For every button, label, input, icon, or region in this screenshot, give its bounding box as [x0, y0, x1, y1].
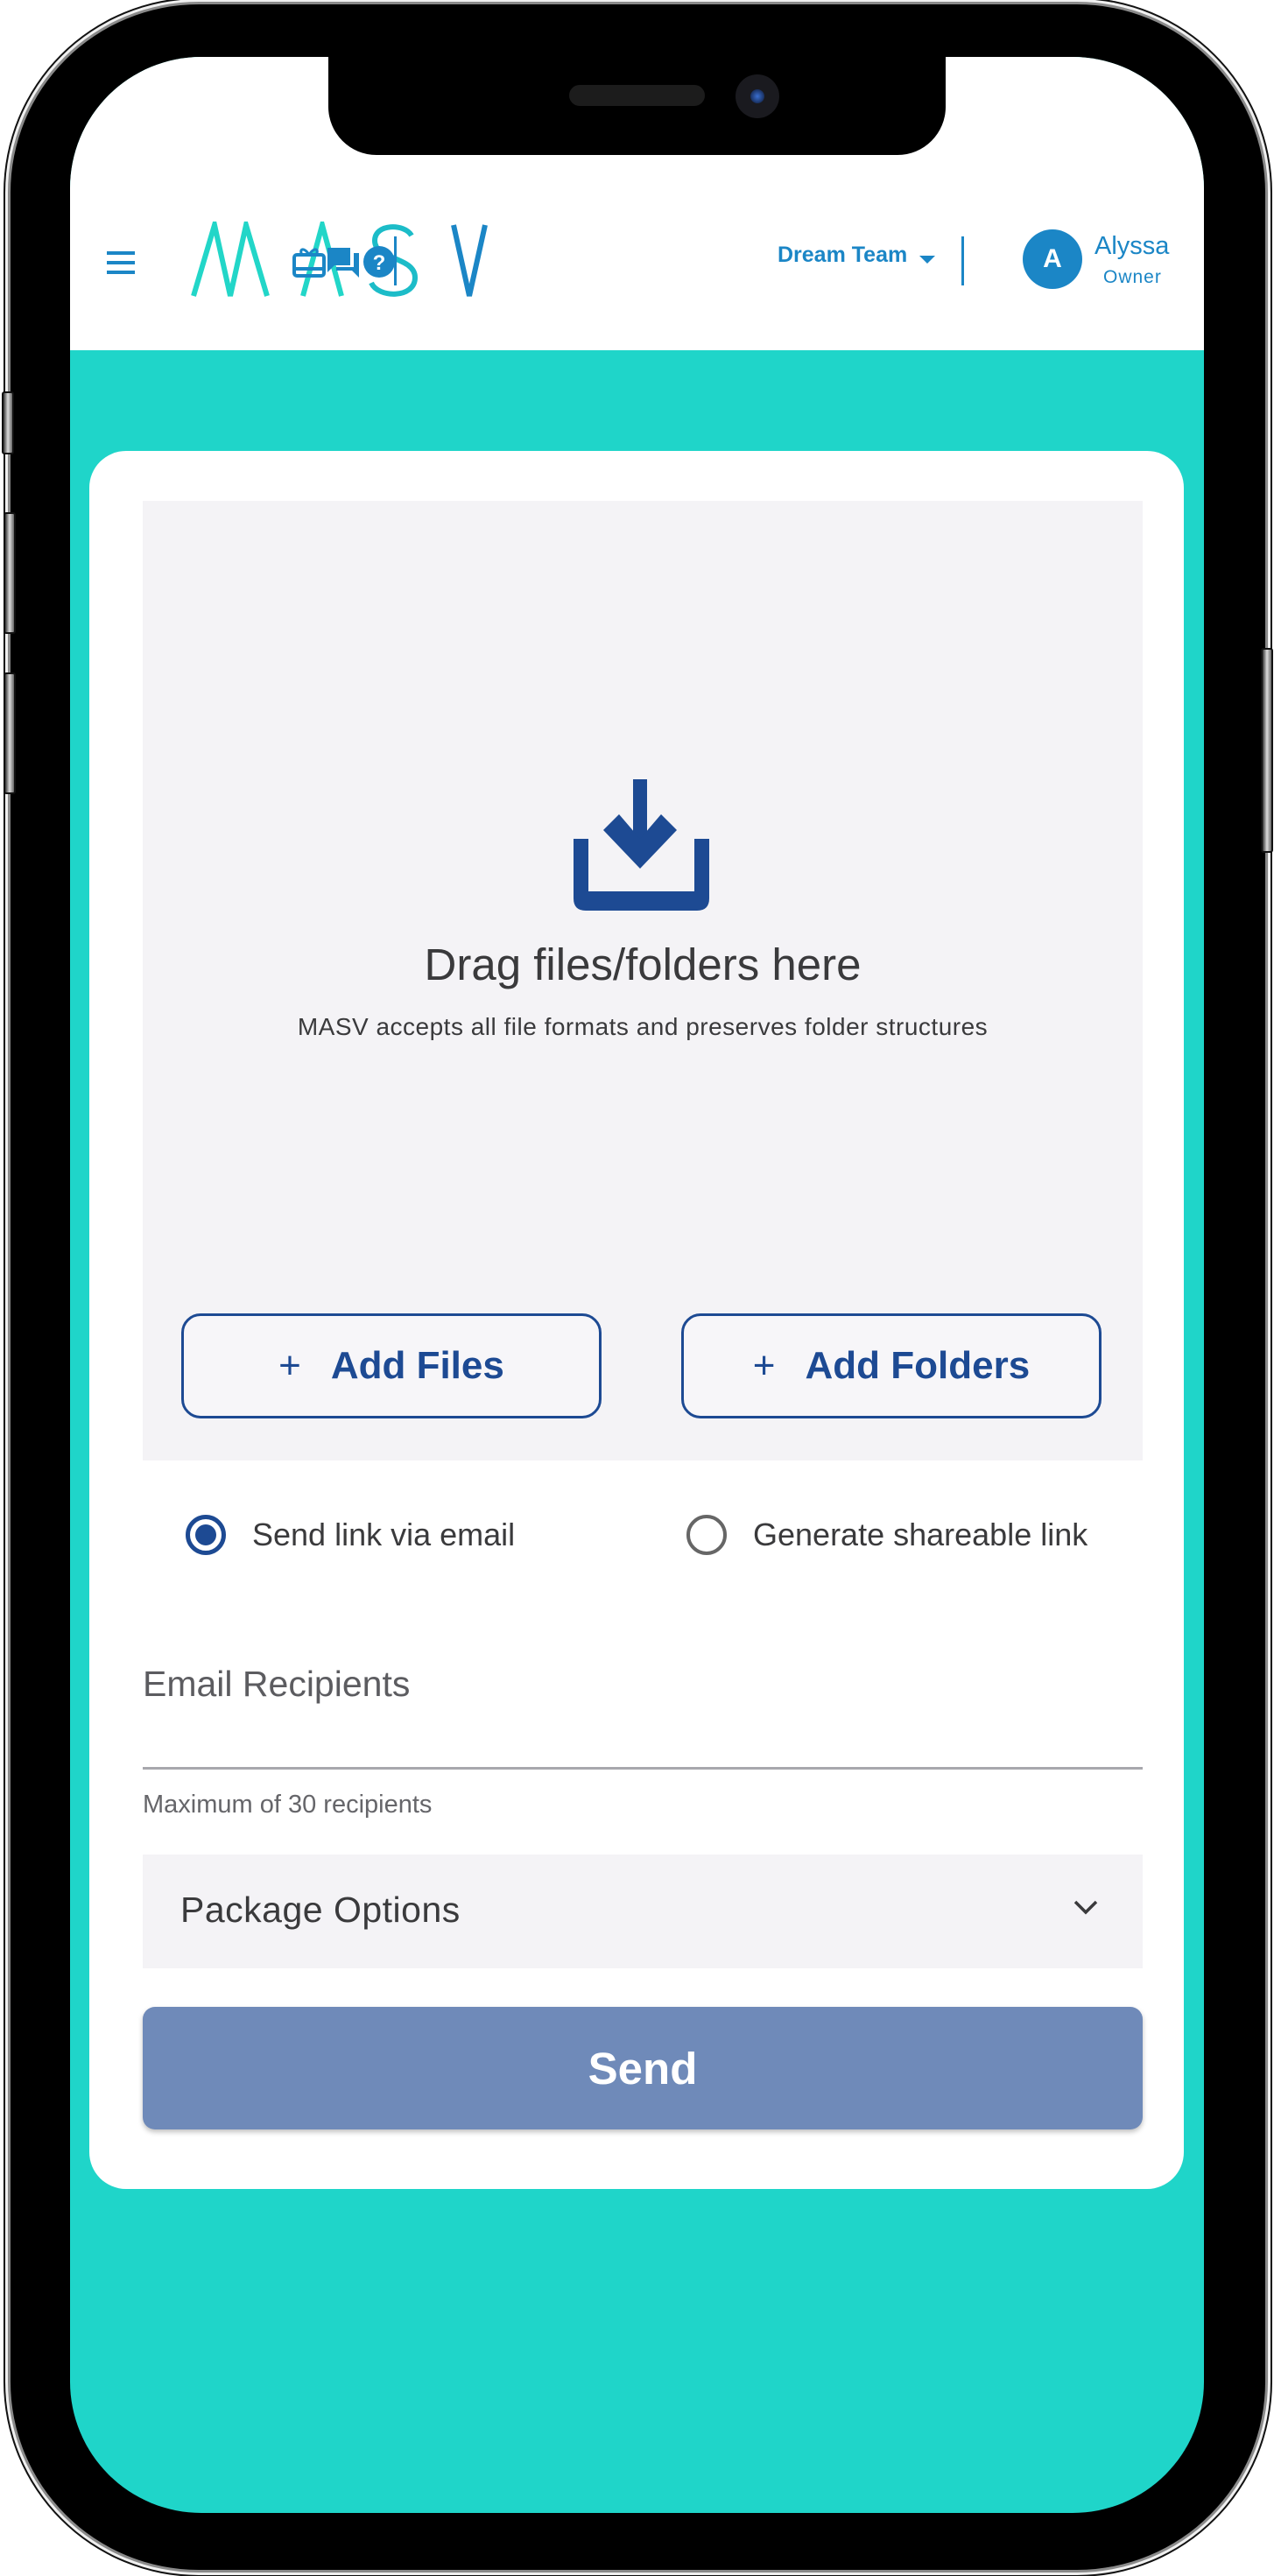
volume-up-button	[4, 512, 16, 634]
radio-selected-icon[interactable]	[186, 1515, 226, 1555]
radio-unselected-icon[interactable]	[686, 1515, 727, 1555]
team-selector[interactable]: Dream Team	[778, 243, 907, 268]
user-role: Owner	[1103, 267, 1162, 287]
avatar-initial: A	[1043, 244, 1062, 273]
add-files-button[interactable]: + Add Files	[181, 1313, 602, 1418]
power-button	[1261, 648, 1273, 853]
divider	[961, 236, 964, 285]
dropzone-subtitle: MASV accepts all file formats and preser…	[297, 1013, 989, 1040]
phone-notch	[328, 57, 946, 155]
volume-down-button	[4, 672, 16, 794]
delivery-method-group: Send link via email Generate shareable l…	[89, 1515, 1184, 1567]
email-recipients-input[interactable]: Email Recipients	[143, 1664, 1143, 1770]
front-camera	[736, 74, 779, 118]
radio-send-link-via-email[interactable]: Send link via email	[186, 1515, 515, 1555]
package-options-label: Package Options	[180, 1890, 461, 1930]
email-helper-text: Maximum of 30 recipients	[143, 1791, 433, 1819]
add-files-label: Add Files	[330, 1344, 504, 1387]
send-button[interactable]: Send	[143, 2007, 1143, 2129]
radio-label: Send link via email	[252, 1517, 516, 1552]
help-icon[interactable]: ?	[362, 244, 397, 279]
caret-down-icon[interactable]	[919, 256, 935, 264]
app-screen: MASV ? Dream Team A Alyssa Owner	[70, 57, 1204, 2513]
gift-icon[interactable]	[292, 244, 327, 279]
user-name[interactable]: Alyssa	[1095, 232, 1169, 261]
chevron-down-icon[interactable]	[1073, 1898, 1099, 1916]
radio-generate-shareable-link[interactable]: Generate shareable link	[686, 1515, 1087, 1555]
chat-icon[interactable]	[326, 244, 361, 279]
email-recipients-label: Email Recipients	[143, 1664, 411, 1704]
speaker-grille	[569, 85, 705, 106]
download-tray-icon	[574, 779, 709, 911]
plus-icon: +	[278, 1344, 301, 1387]
menu-icon[interactable]	[107, 251, 135, 274]
add-folders-button[interactable]: + Add Folders	[681, 1313, 1102, 1418]
add-folders-label: Add Folders	[805, 1344, 1031, 1387]
plus-icon: +	[752, 1344, 776, 1387]
radio-label: Generate shareable link	[753, 1517, 1088, 1552]
file-dropzone[interactable]: Drag files/folders here MASV accepts all…	[143, 501, 1143, 1460]
svg-text:?: ?	[373, 251, 386, 275]
avatar[interactable]: A	[1023, 229, 1082, 289]
package-options-expander[interactable]: Package Options	[143, 1855, 1143, 1968]
upload-card: Drag files/folders here MASV accepts all…	[89, 451, 1184, 2189]
divider	[394, 236, 397, 285]
mute-switch	[2, 391, 14, 454]
dropzone-title: Drag files/folders here	[424, 940, 862, 989]
